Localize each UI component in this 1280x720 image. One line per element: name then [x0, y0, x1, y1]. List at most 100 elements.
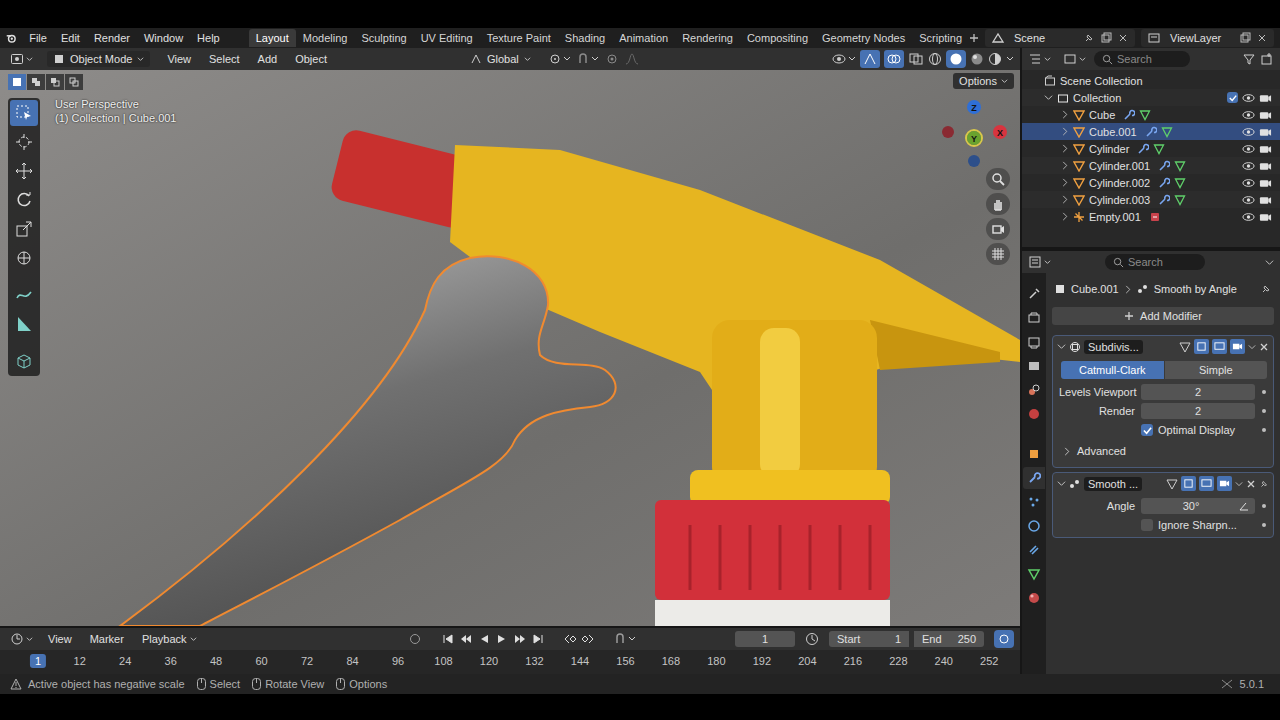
next-keyframe-icon[interactable] [514, 633, 526, 645]
chevron-down-icon[interactable] [1044, 93, 1053, 102]
eye-icon[interactable] [1242, 211, 1255, 223]
menu-item[interactable]: Edit [54, 30, 87, 46]
workspace-tab[interactable]: UV Editing [414, 29, 480, 47]
remove-icon[interactable] [1256, 32, 1268, 44]
camera-icon[interactable] [1259, 109, 1272, 121]
viewport-toggle[interactable] [1199, 476, 1214, 491]
pin-icon[interactable] [1260, 283, 1272, 295]
constraints-tab-icon[interactable] [1027, 543, 1041, 557]
render-toggle[interactable] [1230, 339, 1245, 354]
constraint-icon[interactable] [1149, 211, 1161, 223]
edit-mode-toggle[interactable] [1181, 476, 1196, 491]
workspace-tab[interactable]: Modeling [296, 29, 355, 47]
data-tab-icon[interactable] [1027, 567, 1041, 581]
outliner-item[interactable]: Cube [1022, 106, 1280, 123]
properties-search[interactable]: Search [1105, 254, 1205, 270]
chevron-down-icon[interactable] [1057, 479, 1066, 488]
mesh-data-icon[interactable] [1174, 160, 1186, 172]
camera-icon[interactable] [1259, 143, 1272, 155]
eye-icon[interactable] [1242, 109, 1255, 121]
chevron-right-icon[interactable] [1061, 178, 1069, 187]
menu-item[interactable]: Render [87, 30, 137, 46]
on-cage-icon[interactable] [1166, 478, 1178, 490]
modifier-header[interactable]: Smooth ... [1053, 473, 1273, 494]
overlay-toggle[interactable] [884, 50, 904, 68]
viewport-menu[interactable]: Select [202, 51, 247, 67]
play-reverse-icon[interactable] [478, 633, 490, 645]
add-modifier-button[interactable]: Add Modifier [1052, 307, 1274, 325]
viewport-menu[interactable]: View [160, 51, 198, 67]
outliner-item[interactable]: Cube.001 [1022, 123, 1280, 140]
timeline-menu[interactable]: Marker [83, 631, 131, 647]
outliner-search[interactable]: Search [1094, 51, 1190, 67]
scene-tab-icon[interactable] [1027, 383, 1041, 397]
keyframe-dot-icon[interactable] [1261, 522, 1267, 528]
view-layer-selector[interactable]: ViewLayer [1141, 29, 1274, 47]
wrench-icon[interactable] [1123, 109, 1135, 121]
mode-dropdown[interactable]: Object Mode [47, 51, 150, 67]
property-field[interactable]: 30° [1141, 498, 1255, 514]
preview-range-toggle[interactable] [994, 630, 1014, 648]
clock-icon[interactable] [805, 632, 819, 646]
play-icon[interactable] [496, 633, 508, 645]
workspace-tab[interactable]: Geometry Nodes [815, 29, 912, 47]
workspace-tab[interactable]: Scripting [912, 29, 969, 47]
jump-end-icon[interactable] [532, 633, 544, 645]
keyframe-dot-icon[interactable] [1261, 427, 1267, 433]
modifier-name-field[interactable]: Smooth ... [1084, 477, 1142, 491]
wireframe-shading-icon[interactable] [928, 52, 942, 66]
mesh-data-icon[interactable] [1174, 177, 1186, 189]
select-extend-button[interactable] [27, 74, 45, 90]
checkbox-row[interactable]: Optimal Display [1059, 422, 1267, 436]
filter-icon[interactable] [1242, 52, 1256, 66]
blender-logo-icon[interactable] [6, 31, 16, 45]
snap-icon[interactable] [577, 52, 599, 66]
close-icon[interactable] [1246, 479, 1256, 489]
wrench-icon[interactable] [1158, 160, 1170, 172]
cursor-tool[interactable] [10, 129, 38, 155]
select-subtract-button[interactable] [46, 74, 64, 90]
close-icon[interactable] [1259, 342, 1269, 352]
transform-tool[interactable] [10, 245, 38, 271]
viewport-menu[interactable]: Add [251, 51, 285, 67]
gizmo-toggle[interactable] [860, 50, 880, 68]
timeline-menu[interactable]: Playback [135, 631, 204, 647]
chevron-right-icon[interactable] [1061, 127, 1069, 136]
wrench-icon[interactable] [1145, 126, 1157, 138]
select-box-tool[interactable] [10, 100, 38, 126]
mesh-data-icon[interactable] [1153, 143, 1165, 155]
keyframe-dot-icon[interactable] [1261, 408, 1267, 414]
outliner-item[interactable]: Cylinder [1022, 140, 1280, 157]
camera-icon[interactable] [1259, 177, 1272, 189]
property-field[interactable]: 2 [1141, 384, 1255, 400]
viewport-toggle[interactable] [1212, 339, 1227, 354]
subdivision-type-option[interactable]: Catmull-Clark [1061, 361, 1164, 379]
chevron-down-icon[interactable] [1057, 342, 1066, 351]
camera-icon[interactable] [1259, 92, 1272, 104]
auto-keying-icon[interactable] [614, 632, 636, 646]
camera-icon[interactable] [1259, 211, 1272, 223]
eye-icon[interactable] [1242, 126, 1255, 138]
tool-tab-icon[interactable] [1027, 287, 1041, 301]
start-frame-field[interactable]: Start1 [829, 631, 909, 647]
checkbox[interactable] [1141, 519, 1153, 531]
move-tool[interactable] [10, 158, 38, 184]
collection-exclude-checkbox[interactable] [1227, 92, 1238, 103]
wrench-icon[interactable] [1158, 194, 1170, 206]
render-tab-icon[interactable] [1027, 311, 1041, 325]
camera-icon[interactable] [1259, 126, 1272, 138]
pin-icon[interactable] [1083, 32, 1095, 44]
chevron-right-icon[interactable] [1061, 110, 1069, 119]
keyframe-dot-icon[interactable] [1261, 389, 1267, 395]
end-frame-field[interactable]: End250 [914, 631, 984, 647]
jump-start-icon[interactable] [442, 633, 454, 645]
chevron-down-icon[interactable] [1006, 55, 1014, 63]
select-new-button[interactable] [8, 74, 26, 90]
chevron-right-icon[interactable] [1061, 212, 1069, 221]
scale-tool[interactable] [10, 216, 38, 242]
annotate-tool[interactable] [10, 282, 38, 308]
duplicate-icon[interactable] [1239, 32, 1251, 44]
menu-item[interactable]: Help [190, 30, 227, 46]
camera-icon[interactable] [1259, 194, 1272, 206]
scene-collection-row[interactable]: Scene Collection [1022, 72, 1280, 89]
